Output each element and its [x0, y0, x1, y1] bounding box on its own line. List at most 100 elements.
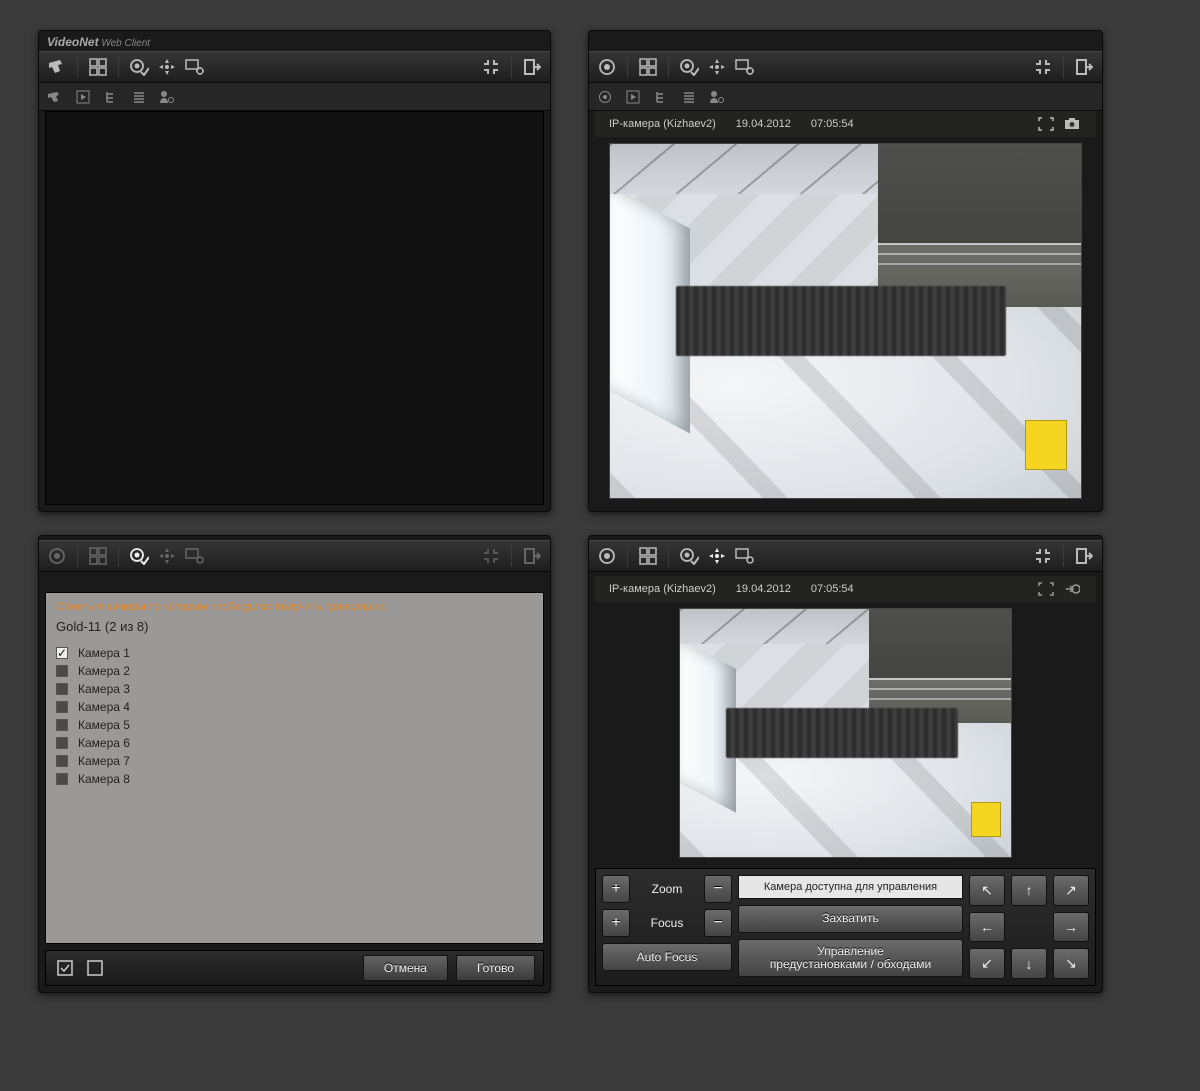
record-icon[interactable] — [595, 544, 619, 568]
exit-icon[interactable] — [1072, 55, 1096, 79]
compress-icon[interactable] — [1031, 544, 1055, 568]
record-small-icon[interactable] — [595, 87, 615, 107]
ptz-right-button[interactable]: → — [1053, 912, 1089, 943]
settings-icon[interactable] — [183, 55, 207, 79]
camera-checkbox[interactable] — [56, 683, 68, 695]
camera-info-bar: IP-камера (Kizhaev2) 19.04.2012 07:05:54 — [595, 111, 1096, 137]
exit-icon[interactable] — [520, 55, 544, 79]
separator — [511, 545, 512, 567]
camera-time: 07:05:54 — [811, 118, 854, 130]
camera-row[interactable]: ✓Камера 1 — [56, 644, 533, 662]
video-frame[interactable] — [679, 608, 1012, 858]
camera-icon[interactable] — [45, 55, 69, 79]
camera-checkbox[interactable]: ✓ — [56, 647, 68, 659]
ptz-down-right-button[interactable]: ↘ — [1053, 948, 1089, 979]
empty-content — [45, 111, 544, 505]
list-icon[interactable] — [129, 87, 149, 107]
separator — [627, 545, 628, 567]
camera-row[interactable]: Камера 2 — [56, 662, 533, 680]
ptz-down-button[interactable]: ↓ — [1011, 948, 1047, 979]
camera-checkbox[interactable] — [56, 701, 68, 713]
compress-icon[interactable] — [479, 544, 503, 568]
camera-name: IP-камера (Kizhaev2) — [609, 118, 716, 130]
record-check-icon[interactable] — [677, 544, 701, 568]
tree-icon[interactable] — [101, 87, 121, 107]
done-button[interactable]: Готово — [456, 955, 535, 981]
exit-icon[interactable] — [1072, 544, 1096, 568]
play-icon[interactable] — [73, 87, 93, 107]
camera-name: IP-камера (Kizhaev2) — [609, 583, 716, 595]
camera-checkbox[interactable] — [56, 755, 68, 767]
camera-select-content: Отметьте камеры по которым необходимо по… — [45, 592, 544, 944]
user-settings-icon[interactable] — [707, 87, 727, 107]
camera-checkbox[interactable] — [56, 737, 68, 749]
capture-button[interactable]: Захватить — [738, 905, 963, 933]
exit-icon[interactable] — [520, 544, 544, 568]
ptz-controls: + Zoom − + Focus − Auto Focus Камера дос… — [595, 868, 1096, 986]
ptz-direction-grid: ↖ ↑ ↗ ← → ↙ ↓ ↘ — [969, 875, 1089, 979]
record-check-icon[interactable] — [677, 55, 701, 79]
camera-date: 19.04.2012 — [736, 583, 791, 595]
fullscreen-icon[interactable] — [1036, 114, 1056, 134]
tree-icon[interactable] — [651, 87, 671, 107]
record-icon[interactable] — [595, 55, 619, 79]
ptz-left-button[interactable]: ← — [969, 912, 1005, 943]
sub-toolbar — [39, 83, 550, 111]
camera-row[interactable]: Камера 5 — [56, 716, 533, 734]
grid-icon[interactable] — [636, 55, 660, 79]
settings-icon[interactable] — [733, 544, 757, 568]
record-icon[interactable] — [45, 544, 69, 568]
zoom-in-button[interactable]: + — [602, 875, 630, 903]
camera-row[interactable]: Камера 7 — [56, 752, 533, 770]
ptz-icon[interactable] — [705, 55, 729, 79]
camera-time: 07:05:54 — [811, 583, 854, 595]
ptz-up-button[interactable]: ↑ — [1011, 875, 1047, 906]
snapshot-icon[interactable] — [1062, 114, 1082, 134]
focus-near-button[interactable]: + — [602, 909, 630, 937]
camera-small-icon[interactable] — [45, 87, 65, 107]
check-all-icon[interactable] — [54, 957, 76, 979]
ptz-up-right-button[interactable]: ↗ — [1053, 875, 1089, 906]
video-frame[interactable] — [609, 143, 1082, 499]
list-icon[interactable] — [679, 87, 699, 107]
camera-row[interactable]: Камера 3 — [56, 680, 533, 698]
focus-far-button[interactable]: − — [704, 909, 732, 937]
camera-row[interactable]: Камера 4 — [56, 698, 533, 716]
presets-button[interactable]: Управление предустановками / обходами — [738, 939, 963, 977]
separator — [118, 56, 119, 78]
camera-list: ✓Камера 1Камера 2Камера 3Камера 4Камера … — [56, 644, 533, 788]
main-toolbar — [39, 540, 550, 572]
zoom-out-button[interactable]: − — [704, 875, 732, 903]
record-check-icon[interactable] — [127, 55, 151, 79]
camera-row[interactable]: Камера 8 — [56, 770, 533, 788]
ptz-icon[interactable] — [705, 544, 729, 568]
login-icon[interactable] — [1062, 579, 1082, 599]
cancel-button[interactable]: Отмена — [363, 955, 448, 981]
camera-checkbox[interactable] — [56, 665, 68, 677]
ptz-icon[interactable] — [155, 544, 179, 568]
record-check-icon[interactable] — [127, 544, 151, 568]
fullscreen-icon[interactable] — [1036, 579, 1056, 599]
ptz-up-left-button[interactable]: ↖ — [969, 875, 1005, 906]
autofocus-button[interactable]: Auto Focus — [602, 943, 732, 971]
camera-row[interactable]: Камера 6 — [56, 734, 533, 752]
brand-sub: Web Client — [101, 38, 150, 49]
compress-icon[interactable] — [1031, 55, 1055, 79]
grid-icon[interactable] — [86, 544, 110, 568]
play-icon[interactable] — [623, 87, 643, 107]
ptz-icon[interactable] — [155, 55, 179, 79]
grid-icon[interactable] — [86, 55, 110, 79]
settings-icon[interactable] — [183, 544, 207, 568]
titlebar — [589, 31, 1102, 51]
ptz-down-left-button[interactable]: ↙ — [969, 948, 1005, 979]
camera-info-bar: IP-камера (Kizhaev2) 19.04.2012 07:05:54 — [595, 576, 1096, 602]
separator — [627, 56, 628, 78]
server-name: Gold-11 (2 из 8) — [56, 619, 533, 634]
grid-icon[interactable] — [636, 544, 660, 568]
settings-icon[interactable] — [733, 55, 757, 79]
compress-icon[interactable] — [479, 55, 503, 79]
camera-checkbox[interactable] — [56, 773, 68, 785]
user-settings-icon[interactable] — [157, 87, 177, 107]
camera-checkbox[interactable] — [56, 719, 68, 731]
uncheck-all-icon[interactable] — [84, 957, 106, 979]
